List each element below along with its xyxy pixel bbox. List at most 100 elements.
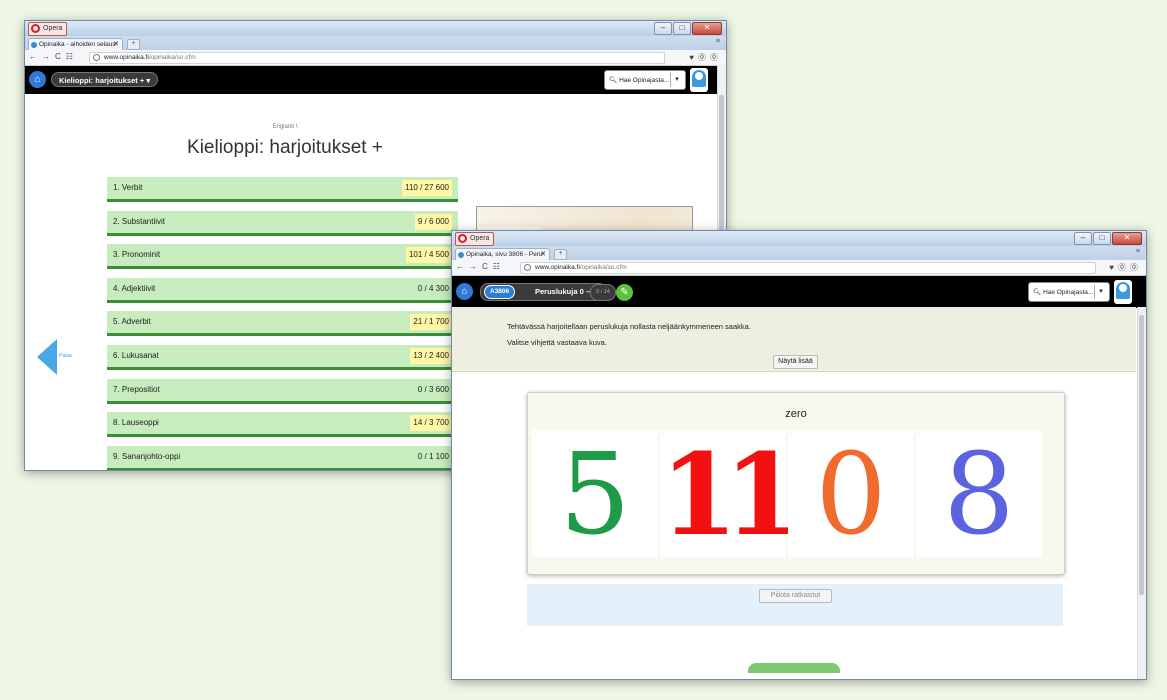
browser-tab[interactable]: Opinaika, sivu 3806 - Peru ✕ [455,248,550,260]
instructions-panel: Tehtävässä harjoitellaan peruslukuja nol… [452,307,1136,372]
solved-panel: Piilota ratkaistut [527,584,1063,626]
topic-label: 8. Lauseoppi [113,418,159,428]
topic-count: 110 / 27 600 [402,180,452,196]
close-window-icon[interactable]: ✕ [1112,232,1142,245]
title-bar: Opera – □ ✕ [25,21,726,36]
opera-logo-icon [31,24,40,33]
minimize-icon[interactable]: – [1074,232,1092,245]
instruction-line: Tehtävässä harjoitellaan peruslukuja nol… [507,322,751,331]
user-avatar[interactable] [690,68,708,92]
nav-buttons[interactable]: ←→C☷ [29,52,78,61]
toolbar-icons[interactable]: ♥⓪⓪ [689,52,722,63]
site-info-icon [93,54,100,61]
close-tab-icon[interactable]: ✕ [540,249,546,260]
favicon-icon [31,42,37,48]
topic-item[interactable]: 8. Lauseoppi 14 / 3 700 [107,412,458,438]
exercise-card: zero · 5 · 11 · 0 · 8 [527,392,1065,575]
scrollbar[interactable] [1137,307,1146,679]
choice-number: 8 [943,430,1015,560]
maximize-icon[interactable]: □ [673,22,691,35]
topic-count: 0 / 1 100 [417,451,449,461]
nav-buttons[interactable]: ←→C☷ [456,262,505,271]
opera-logo-icon [458,234,467,243]
topic-item[interactable]: 4. Adjektiivit 0 / 4 300 [107,277,458,303]
browser-tab[interactable]: Opinaika - aihoiden selaus ✕ [28,38,123,50]
answer-choice[interactable]: · 8 [916,430,1042,557]
url-field[interactable]: www.opinaika.fi/opinaika/so.cfm [89,52,665,64]
home-icon[interactable]: ⌂ [29,71,46,88]
choice-number: 0 [815,430,887,560]
breadcrumb-pill[interactable]: Kielioppi: harjoitukset + ▾ [51,72,159,87]
page-title: Kielioppi: harjoitukset + [187,137,383,158]
exercise-code-badge: A3806 [484,285,516,299]
address-bar: ←→C☷ www.opinaika.fi/opinaika/so.cfm ♥⓪⓪ [25,50,726,66]
window-controls: – □ ✕ [1074,232,1142,245]
topic-item[interactable]: 3. Pronominit 101 / 4 500 [107,244,458,270]
address-bar: ←→C☷ www.opinaika.fi/opinaika/so.cfm ♥⓪⓪ [452,260,1146,276]
tab-strip: Opinaika - aihoiden selaus ✕ + ≡ [25,36,726,50]
tab-strip: Opinaika, sivu 3806 - Peru ✕ + ≡ [452,246,1146,260]
search-input[interactable]: 🔍︎ Hae Opinajasta... ▾ [604,70,686,90]
site-header: ⌂ Kielioppi: harjoitukset + ▾ 🔍︎ Hae Opi… [25,66,726,94]
topic-item[interactable]: 1. Verbit 110 / 27 600 [107,177,458,202]
back-label[interactable]: Palaa [59,353,72,359]
hide-solved-button[interactable]: Piilota ratkaistut [759,589,832,603]
topic-label: 7. Prepositiot [113,384,160,394]
topic-count: 14 / 3 700 [410,415,452,432]
maximize-icon[interactable]: □ [1093,232,1111,245]
toolbar-icons[interactable]: ♥⓪⓪ [1109,262,1142,273]
progress-counter: 0 / 14 [590,284,616,301]
topic-item[interactable]: 9. Sananjohto-oppi 0 / 1 100 [107,445,458,470]
search-input[interactable]: 🔍︎ Hae Opinajasta... ▾ [1028,282,1110,302]
close-window-icon[interactable]: ✕ [692,22,722,35]
minimize-icon[interactable]: – [654,22,672,35]
instruction-line: Valitse vihjettä vastaava kuva. [507,338,607,347]
topic-count: 0 / 4 300 [417,283,449,293]
favicon-icon [458,252,464,258]
answer-choice[interactable]: · 0 [788,430,914,557]
topic-count: 0 / 3 600 [417,384,449,394]
wrench-icon[interactable]: ✎ [616,284,633,301]
opera-menu-button[interactable]: Opera [455,232,495,246]
new-tab-button[interactable]: + [127,39,140,50]
back-arrow-icon[interactable] [37,339,57,375]
answer-choice[interactable]: · 5 [532,430,658,557]
url-field[interactable]: www.opinaika.fi/opinaika/so.cfm [520,262,1096,274]
topic-label: 6. Lukusanat [113,351,159,360]
exercise-pill[interactable]: A3806 Peruslukuja 0 – 40 [480,283,608,301]
scrollbar-thumb[interactable] [1139,315,1144,595]
answer-choice[interactable]: · 11 [660,430,802,561]
choice-number: 11 [660,430,802,561]
topic-label: 4. Adjektiivit [113,283,156,293]
topic-count: 21 / 1 700 [410,314,452,331]
search-icon: 🔍︎ [1033,289,1044,296]
opera-menu-button[interactable]: Opera [28,22,68,36]
choice-number: 5 [559,430,631,560]
topic-count: 13 / 2 400 [410,348,452,364]
close-tab-icon[interactable]: ✕ [113,39,119,50]
choice-marker-icon: · [919,431,921,437]
search-icon: 🔍︎ [609,77,620,84]
breadcrumb[interactable]: Englanti \ [25,124,545,130]
topic-label: 2. Substantiivit [113,216,166,226]
user-avatar[interactable] [1114,280,1132,304]
home-icon[interactable]: ⌂ [456,283,473,300]
tab-menu-icon[interactable]: ≡ [716,38,720,45]
search-dropdown-icon[interactable]: ▾ [670,73,683,87]
topic-count: 9 / 6 000 [414,213,452,230]
window-controls: – □ ✕ [654,22,722,35]
show-more-button[interactable]: Näytä lisää [773,355,818,369]
next-button[interactable] [748,663,840,673]
topic-item[interactable]: 6. Lukusanat 13 / 2 400 [107,345,458,370]
prompt-word: zero [785,408,807,420]
topic-label: 9. Sananjohto-oppi [113,451,181,461]
topic-item[interactable]: 2. Substantiivit 9 / 6 000 [107,210,458,236]
tab-menu-icon[interactable]: ≡ [1136,248,1140,255]
title-bar: Opera – □ ✕ [452,231,1146,246]
exercise-page: Tehtävässä harjoitellaan peruslukuja nol… [452,307,1138,679]
browser-window-exercise: Opera – □ ✕ Opinaika, sivu 3806 - Peru ✕ … [451,230,1147,680]
new-tab-button[interactable]: + [554,249,567,260]
topic-item[interactable]: 7. Prepositiot 0 / 3 600 [107,378,458,404]
search-dropdown-icon[interactable]: ▾ [1094,285,1107,299]
topic-item[interactable]: 5. Adverbit 21 / 1 700 [107,311,458,337]
